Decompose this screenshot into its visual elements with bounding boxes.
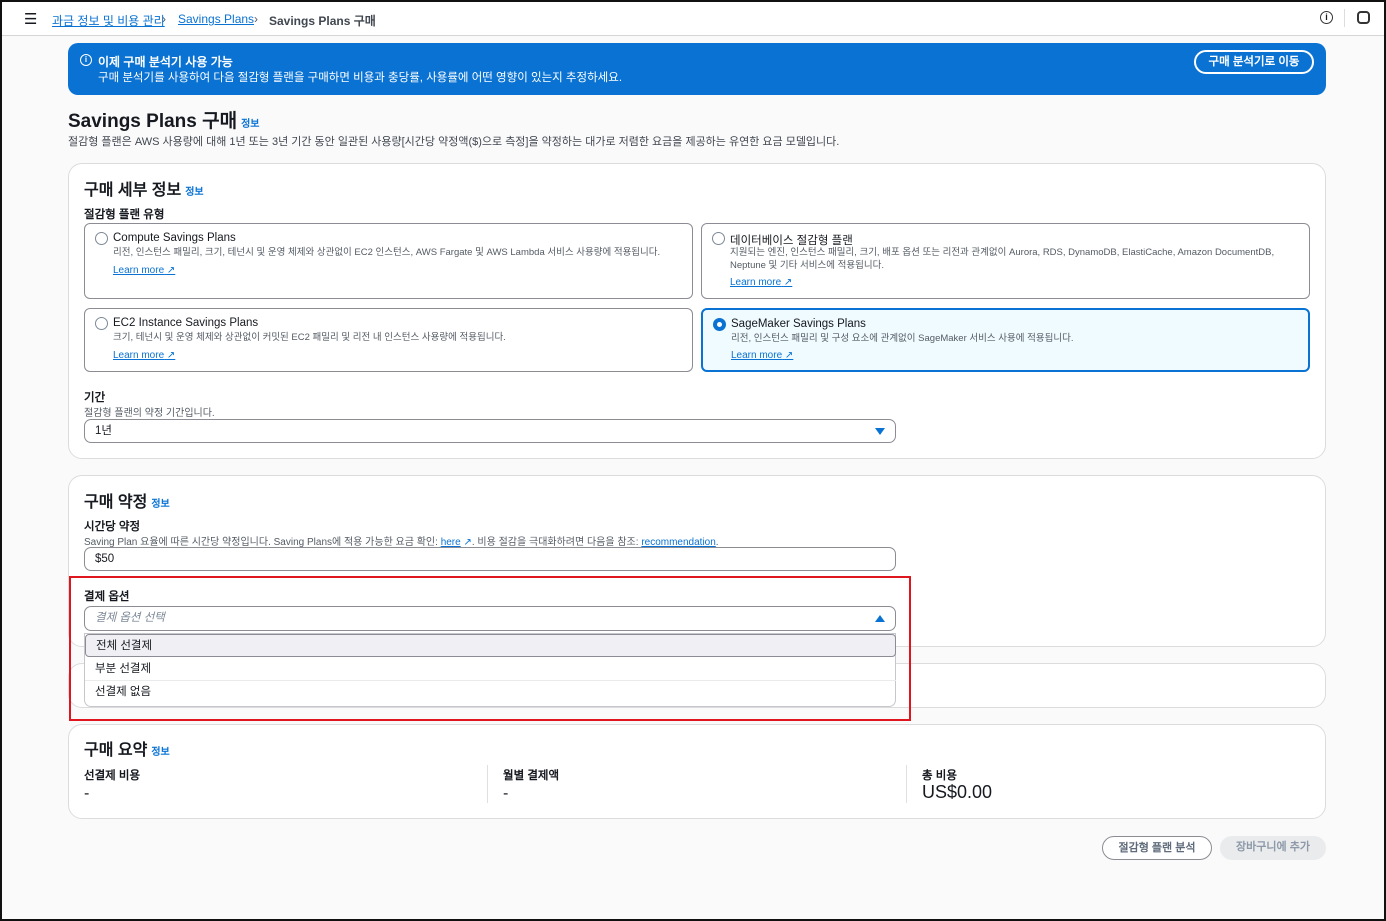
hourly-commitment-value: $50 (95, 553, 114, 565)
add-to-cart-button[interactable]: 장바구니에 추가 (1220, 836, 1326, 860)
radio-button[interactable] (95, 317, 108, 330)
purchase-summary-card: 구매 요약 정보 선결제 비용 - 월별 결제액 - 총 비용 US$0.00 (68, 724, 1326, 819)
learn-more-link[interactable]: Learn more ↗ (113, 350, 175, 361)
chevron-right-icon: › (254, 12, 258, 26)
section-title-text: 구매 요약 (84, 742, 147, 759)
plan-description: 지원되는 엔진, 인스턴스 패밀리, 크기, 배포 옵션 또는 리전과 관계없이… (730, 246, 1290, 272)
term-value: 1년 (95, 425, 112, 437)
hourly-commitment-label: 시간당 약정 (84, 518, 140, 534)
upfront-cost-value: - (84, 785, 89, 803)
plan-option-sagemaker[interactable]: SageMaker Savings Plans 리전, 인스턴스 패밀리 및 구… (701, 308, 1310, 372)
divider (1344, 9, 1345, 27)
info-icon[interactable]: i (1320, 11, 1333, 24)
learn-more-text: Learn more (113, 265, 164, 276)
breadcrumb-billing[interactable]: 과금 정보 및 비용 관리 (52, 12, 165, 29)
info-link[interactable]: 정보 (151, 747, 169, 758)
learn-more-link[interactable]: Learn more ↗ (113, 265, 175, 276)
page-title-text: Savings Plans 구매 (68, 111, 237, 132)
total-cost-value: US$0.00 (922, 782, 992, 803)
term-label: 기간 (84, 389, 105, 405)
total-cost-label: 총 비용 (922, 767, 957, 783)
info-link[interactable]: 정보 (185, 187, 203, 198)
divider (487, 765, 488, 803)
plan-title: Compute Savings Plans (113, 232, 236, 244)
info-link[interactable]: 정보 (241, 119, 259, 130)
page-description: 절감형 플랜은 AWS 사용량에 대해 1년 또는 3년 기간 동안 일관된 사… (68, 133, 839, 149)
info-icon: i (80, 54, 92, 66)
caret-down-icon (875, 428, 885, 435)
monthly-payment-label: 월별 결제액 (503, 767, 559, 783)
term-select[interactable]: 1년 (84, 419, 896, 443)
section-title: 구매 약정 정보 (84, 488, 170, 512)
radio-button[interactable] (95, 232, 108, 245)
banner-title: 이제 구매 분석기 사용 가능 (98, 53, 233, 70)
monthly-payment-value: - (503, 785, 508, 803)
analyze-savings-plan-button[interactable]: 절감형 플랜 분석 (1102, 836, 1212, 860)
external-link-icon: ↗ (785, 350, 793, 361)
section-title-text: 구매 약정 (84, 494, 147, 511)
plan-title: EC2 Instance Savings Plans (113, 317, 258, 329)
hourly-commitment-description: Saving Plan 요율에 따른 시간당 약정입니다. Saving Pla… (84, 533, 719, 548)
radio-button[interactable] (712, 232, 725, 245)
plan-type-label: 절감형 플랜 유형 (84, 206, 164, 222)
plan-option-database[interactable]: 데이터베이스 절감형 플랜 지원되는 엔진, 인스턴스 패밀리, 크기, 배포 … (701, 223, 1310, 299)
plan-description: 리전, 인스턴스 패밀리, 크기, 테넌시 및 운영 체제와 상관없이 EC2 … (113, 246, 673, 259)
plan-title: SageMaker Savings Plans (731, 318, 866, 330)
go-to-purchase-analyzer-button[interactable]: 구매 분석기로 이동 (1194, 50, 1314, 74)
highlight-box (69, 576, 911, 721)
notifications-icon[interactable] (1357, 11, 1370, 24)
top-bar: ☰ 과금 정보 및 비용 관리 › Savings Plans › Saving… (2, 2, 1384, 36)
external-link-icon: ↗ (784, 277, 792, 288)
breadcrumb-savings-plans[interactable]: Savings Plans (178, 12, 254, 26)
term-description: 절감형 플랜의 약정 기간입니다. (84, 404, 215, 419)
external-link-icon: ↗ (167, 265, 175, 276)
section-title: 구매 요약 정보 (84, 736, 170, 760)
hourly-commitment-input[interactable]: $50 (84, 547, 896, 571)
purchase-details-card: 구매 세부 정보 정보 절감형 플랜 유형 Compute Savings Pla… (68, 163, 1326, 459)
learn-more-link[interactable]: Learn more ↗ (731, 350, 793, 361)
page-title: Savings Plans 구매 정보 (68, 106, 259, 133)
plan-option-ec2-instance[interactable]: EC2 Instance Savings Plans 크기, 테넌시 및 운영 … (84, 308, 693, 372)
upfront-cost-label: 선결제 비용 (84, 767, 140, 783)
plan-description: 리전, 인스턴스 패밀리 및 구성 요소에 관계없이 SageMaker 서비스… (731, 332, 1291, 345)
info-link[interactable]: 정보 (151, 499, 169, 510)
learn-more-text: Learn more (731, 350, 782, 361)
learn-more-link[interactable]: Learn more ↗ (730, 277, 792, 288)
section-title-text: 구매 세부 정보 (84, 182, 181, 199)
plan-option-compute[interactable]: Compute Savings Plans 리전, 인스턴스 패밀리, 크기, … (84, 223, 693, 299)
section-title: 구매 세부 정보 정보 (84, 176, 204, 200)
menu-icon[interactable]: ☰ (24, 10, 37, 28)
radio-button-selected[interactable] (713, 318, 726, 331)
breadcrumb-current: Savings Plans 구매 (269, 12, 376, 29)
external-link-icon: ↗ (167, 350, 175, 361)
learn-more-text: Learn more (730, 277, 781, 288)
info-banner: i 이제 구매 분석기 사용 가능 구매 분석기를 사용하여 다음 절감형 플랜… (68, 43, 1326, 95)
plan-description: 크기, 테넌시 및 운영 체제와 상관없이 커밋된 EC2 패밀리 및 리전 내… (113, 331, 673, 344)
chevron-right-icon: › (162, 12, 166, 26)
divider (906, 765, 907, 803)
learn-more-text: Learn more (113, 350, 164, 361)
banner-text: 구매 분석기를 사용하여 다음 절감형 플랜을 구매하면 비용과 충당률, 사용… (98, 69, 622, 85)
